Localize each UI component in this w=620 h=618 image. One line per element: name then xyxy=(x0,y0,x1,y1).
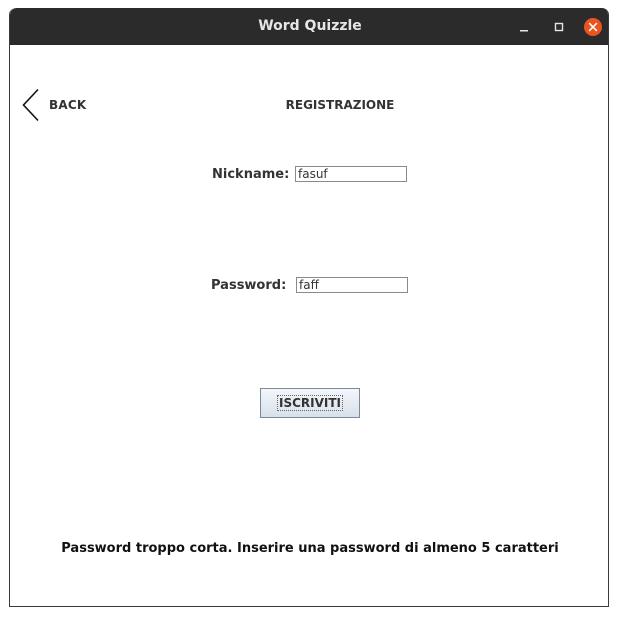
page-title: REGISTRAZIONE xyxy=(285,98,395,112)
password-label: Password: xyxy=(211,278,287,293)
back-button[interactable]: BACK xyxy=(21,88,86,122)
registration-panel: BACK REGISTRAZIONE Nickname: Password: I… xyxy=(10,45,608,606)
close-icon[interactable] xyxy=(583,17,603,37)
password-field[interactable] xyxy=(296,277,408,293)
back-label: BACK xyxy=(49,98,87,112)
title-bar[interactable]: Word Quizzle xyxy=(10,8,608,45)
chevron-left-icon xyxy=(22,88,39,122)
nickname-field[interactable] xyxy=(295,166,407,182)
maximize-icon[interactable] xyxy=(549,17,569,37)
nickname-label: Nickname: xyxy=(212,167,290,182)
status-message: Password troppo corta. Inserire una pass… xyxy=(61,541,559,556)
register-button-label: ISCRIVITI xyxy=(276,395,344,411)
app-window: Word Quizzle BACK REGISTRAZIONE Nickname… xyxy=(9,8,609,607)
minimize-icon[interactable] xyxy=(514,17,534,37)
register-button[interactable]: ISCRIVITI xyxy=(260,388,360,418)
